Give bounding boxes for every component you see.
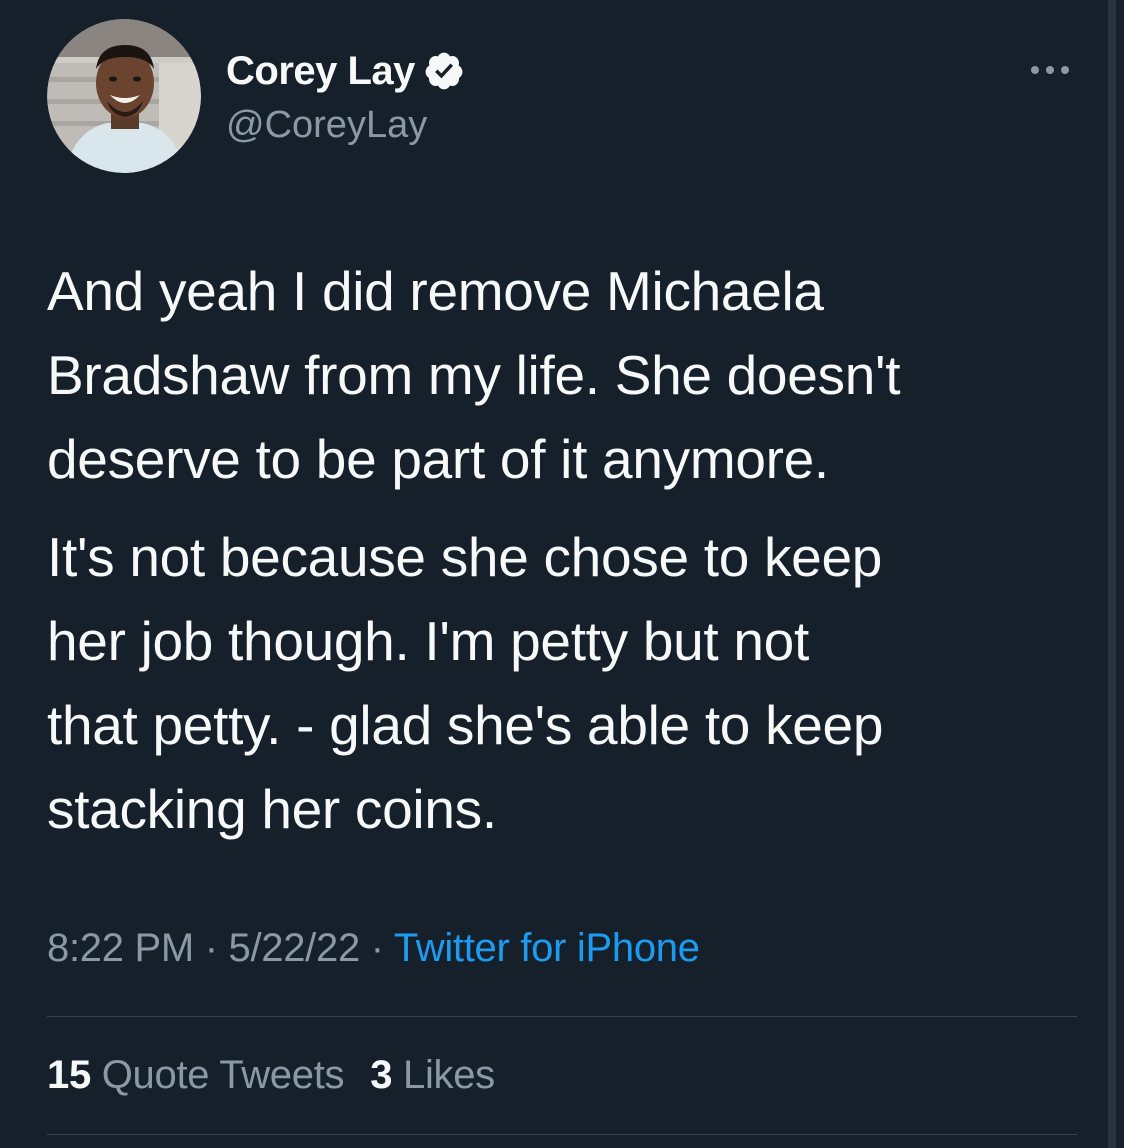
tweet-source-link[interactable]: Twitter for iPhone <box>394 926 700 970</box>
tweet-paragraph: It's not because she chose to keep her j… <box>47 526 884 840</box>
tweet-paragraph: And yeah I did remove Michaela Bradshaw … <box>47 260 901 490</box>
verified-badge-icon <box>423 50 465 92</box>
likes-count: 3 <box>370 1053 393 1097</box>
more-options-icon[interactable] <box>1026 58 1074 82</box>
tweet-metadata: 8:22 PM · 5/22/22 · Twitter for iPhone <box>47 926 700 971</box>
tweet-date[interactable]: 5/22/22 <box>229 926 361 970</box>
quote-tweets-count: 15 <box>47 1053 91 1097</box>
user-handle[interactable]: @CoreyLay <box>226 104 427 147</box>
tweet-time[interactable]: 8:22 PM <box>47 926 194 970</box>
quote-tweets-label: Quote Tweets <box>101 1053 345 1097</box>
meta-separator: · <box>193 926 229 970</box>
divider <box>47 1016 1077 1017</box>
quote-tweets-stat[interactable]: 15 Quote Tweets <box>47 1053 345 1097</box>
display-name-row[interactable]: Corey Lay <box>226 46 465 96</box>
scrollbar[interactable] <box>1108 0 1116 1148</box>
likes-stat[interactable]: 3 Likes <box>370 1053 495 1097</box>
display-name[interactable]: Corey Lay <box>226 49 415 94</box>
avatar[interactable] <box>47 19 201 173</box>
likes-label: Likes <box>403 1053 495 1097</box>
tweet-text: And yeah I did remove Michaela Bradshaw … <box>47 249 1087 851</box>
meta-separator: · <box>359 926 394 970</box>
avatar-image <box>47 19 201 173</box>
divider <box>47 1134 1077 1135</box>
tweet: Corey Lay @CoreyLay And yeah I did remov… <box>0 0 1124 1148</box>
tweet-stats: 15 Quote Tweets 3 Likes <box>47 1053 495 1098</box>
